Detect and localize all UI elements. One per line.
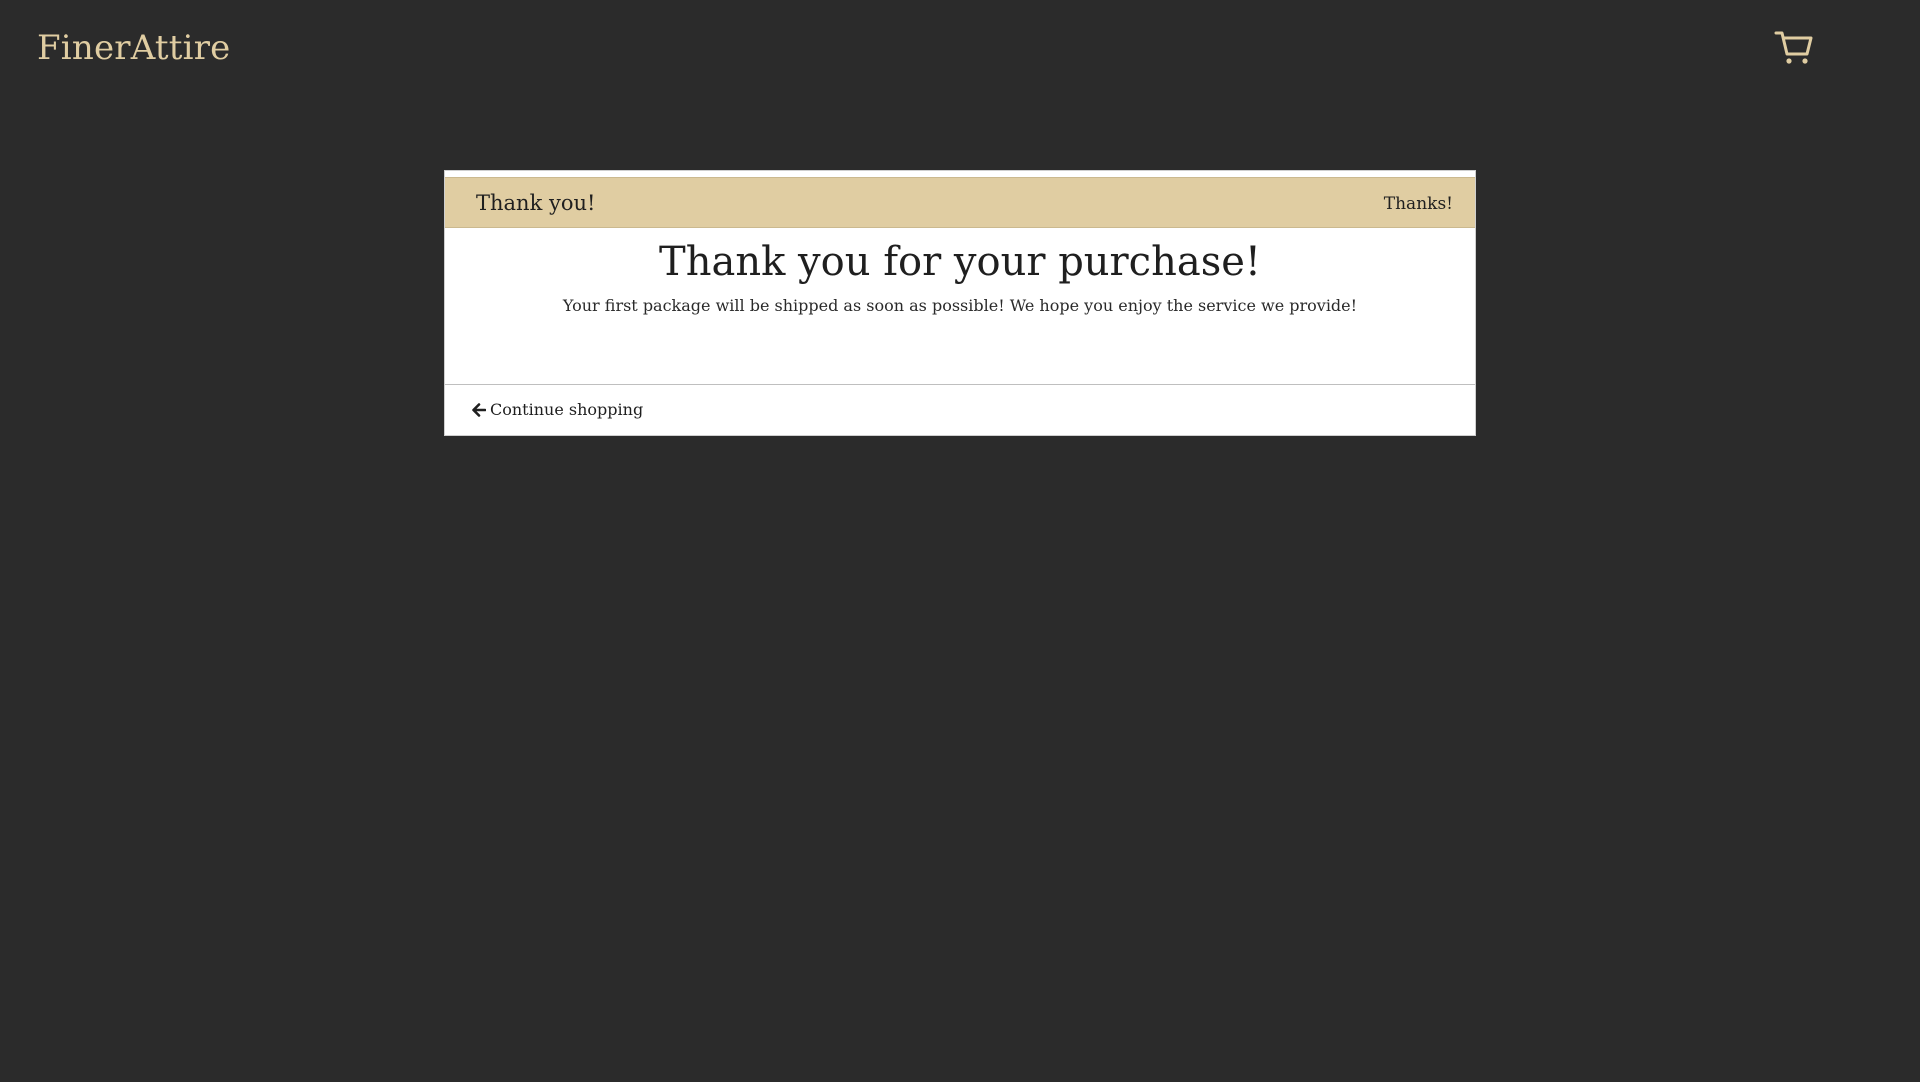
card-header-badge: Thanks! xyxy=(1383,194,1453,214)
top-bar: FinerAttire xyxy=(0,0,1920,100)
confirmation-message: Your first package will be shipped as so… xyxy=(562,296,1358,315)
cart-icon xyxy=(1774,31,1813,64)
continue-shopping-link[interactable]: Continue shopping xyxy=(472,400,643,419)
divider xyxy=(445,384,1475,385)
page-title: Thank you for your purchase! xyxy=(659,239,1261,285)
continue-shopping-label: Continue shopping xyxy=(490,400,644,419)
cart-button[interactable] xyxy=(1774,28,1814,68)
card-header-title: Thank you! xyxy=(476,191,596,215)
brand-logo[interactable]: FinerAttire xyxy=(37,28,230,68)
arrow-left-icon xyxy=(472,402,486,417)
confirmation-card: Thank you! Thanks! Thank you for your pu… xyxy=(444,170,1476,436)
card-header: Thank you! Thanks! xyxy=(445,177,1475,228)
